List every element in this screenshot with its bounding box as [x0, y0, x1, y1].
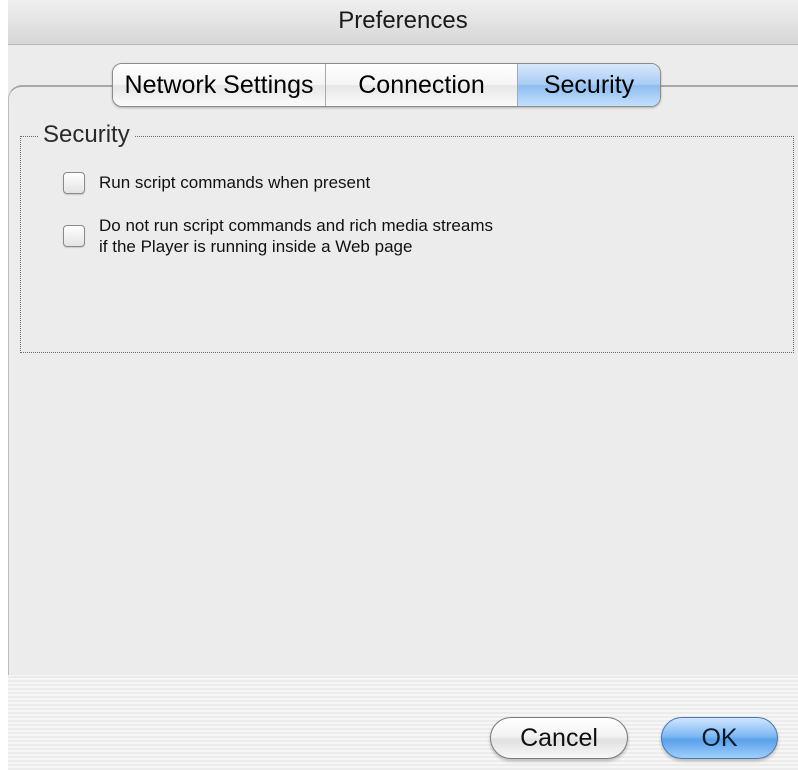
ok-button[interactable]: OK [661, 717, 778, 759]
block-scripts-in-web-page-label[interactable]: Do not run script commands and rich medi… [99, 215, 493, 257]
run-script-commands-checkbox[interactable] [63, 172, 85, 194]
tab-connection[interactable]: Connection [326, 64, 518, 106]
title-bar[interactable]: Preferences [8, 0, 798, 45]
security-group-title: Security [39, 120, 134, 150]
run-script-commands-label[interactable]: Run script commands when present [99, 172, 370, 193]
block-scripts-label-line-1: Do not run script commands and rich medi… [99, 216, 493, 235]
button-bar: Cancel OK [8, 675, 798, 770]
preferences-window: Preferences Network Settings Connection … [8, 0, 798, 770]
block-scripts-in-web-page-checkbox[interactable] [63, 225, 85, 247]
security-group-box: Security Run script commands when presen… [20, 120, 794, 353]
run-script-commands-option: Run script commands when present [63, 172, 370, 194]
cancel-button[interactable]: Cancel [490, 717, 628, 759]
tab-network-settings[interactable]: Network Settings [113, 64, 326, 106]
tab-security[interactable]: Security [518, 64, 660, 106]
window-title: Preferences [338, 7, 468, 34]
content-area: Network Settings Connection Security Sec… [8, 45, 798, 675]
block-scripts-label-line-2: if the Player is running inside a Web pa… [99, 237, 413, 256]
block-scripts-in-web-page-option: Do not run script commands and rich medi… [63, 215, 493, 257]
tab-bar: Network Settings Connection Security [112, 63, 661, 107]
